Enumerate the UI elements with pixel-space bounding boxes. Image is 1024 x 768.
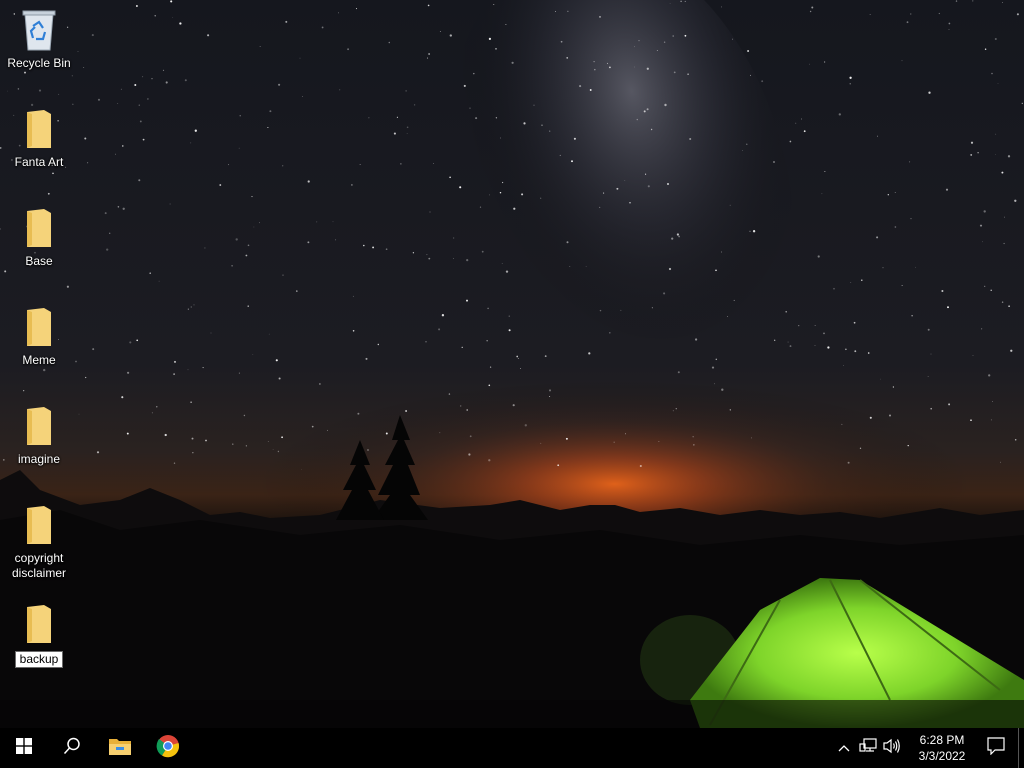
desktop-icon-copyright-disclaimer[interactable]: copyright disclaimer: [4, 503, 74, 581]
desktop-icon-fanta-art[interactable]: Fanta Art: [4, 107, 74, 170]
file-explorer-icon: [108, 736, 132, 761]
volume-icon: [883, 738, 901, 759]
network-icon: [859, 737, 877, 759]
network-button[interactable]: [856, 728, 880, 768]
show-hidden-icons-button[interactable]: [832, 728, 856, 768]
desktop-icon-base[interactable]: Base: [4, 206, 74, 269]
folder-icon: [15, 107, 63, 151]
system-tray: 6:28 PM 3/3/2022: [832, 728, 1024, 768]
desktop-icon-label: copyright disclaimer: [11, 551, 66, 580]
desktop-icon-imagine[interactable]: imagine: [4, 404, 74, 467]
taskbar: 6:28 PM 3/3/2022: [0, 728, 1024, 768]
desktop-icon-recycle-bin[interactable]: Recycle Bin: [4, 8, 74, 71]
folder-icon: [15, 305, 63, 349]
folder-icon: [15, 503, 63, 547]
recycle-bin-icon: [15, 8, 63, 52]
wallpaper: [0, 0, 1024, 728]
taskbar-chrome[interactable]: [144, 728, 192, 768]
taskbar-file-explorer[interactable]: [96, 728, 144, 768]
windows-logo-icon: [16, 737, 32, 759]
action-center-button[interactable]: [974, 728, 1018, 768]
folder-icon: [15, 206, 63, 250]
desktop-icon-label: imagine: [17, 452, 61, 466]
search-icon: [63, 737, 81, 760]
desktop-icon-label: Fanta Art: [14, 155, 64, 169]
show-desktop-button[interactable]: [1018, 728, 1024, 768]
rename-textbox[interactable]: backup: [14, 651, 64, 668]
desktop-icon-label: Base: [25, 254, 53, 268]
folder-icon: [15, 602, 63, 646]
desktop-icon-label: Recycle Bin: [7, 56, 71, 70]
chevron-up-icon: [838, 739, 850, 757]
clock-time: 6:28 PM: [919, 733, 965, 747]
desktop[interactable]: Recycle Bin Fanta Art Base Meme imagine …: [0, 0, 1024, 728]
start-button[interactable]: [0, 728, 48, 768]
folder-icon: [15, 404, 63, 448]
desktop-icon-backup[interactable]: backup: [4, 602, 74, 668]
chrome-icon: [156, 734, 180, 763]
action-center-icon: [987, 736, 1005, 760]
desktop-icon-label: Meme: [22, 353, 56, 367]
volume-button[interactable]: [880, 728, 904, 768]
clock-date: 3/3/2022: [918, 749, 966, 763]
desktop-icon-meme[interactable]: Meme: [4, 305, 74, 368]
clock[interactable]: 6:28 PM 3/3/2022: [910, 728, 974, 768]
search-button[interactable]: [48, 728, 96, 768]
